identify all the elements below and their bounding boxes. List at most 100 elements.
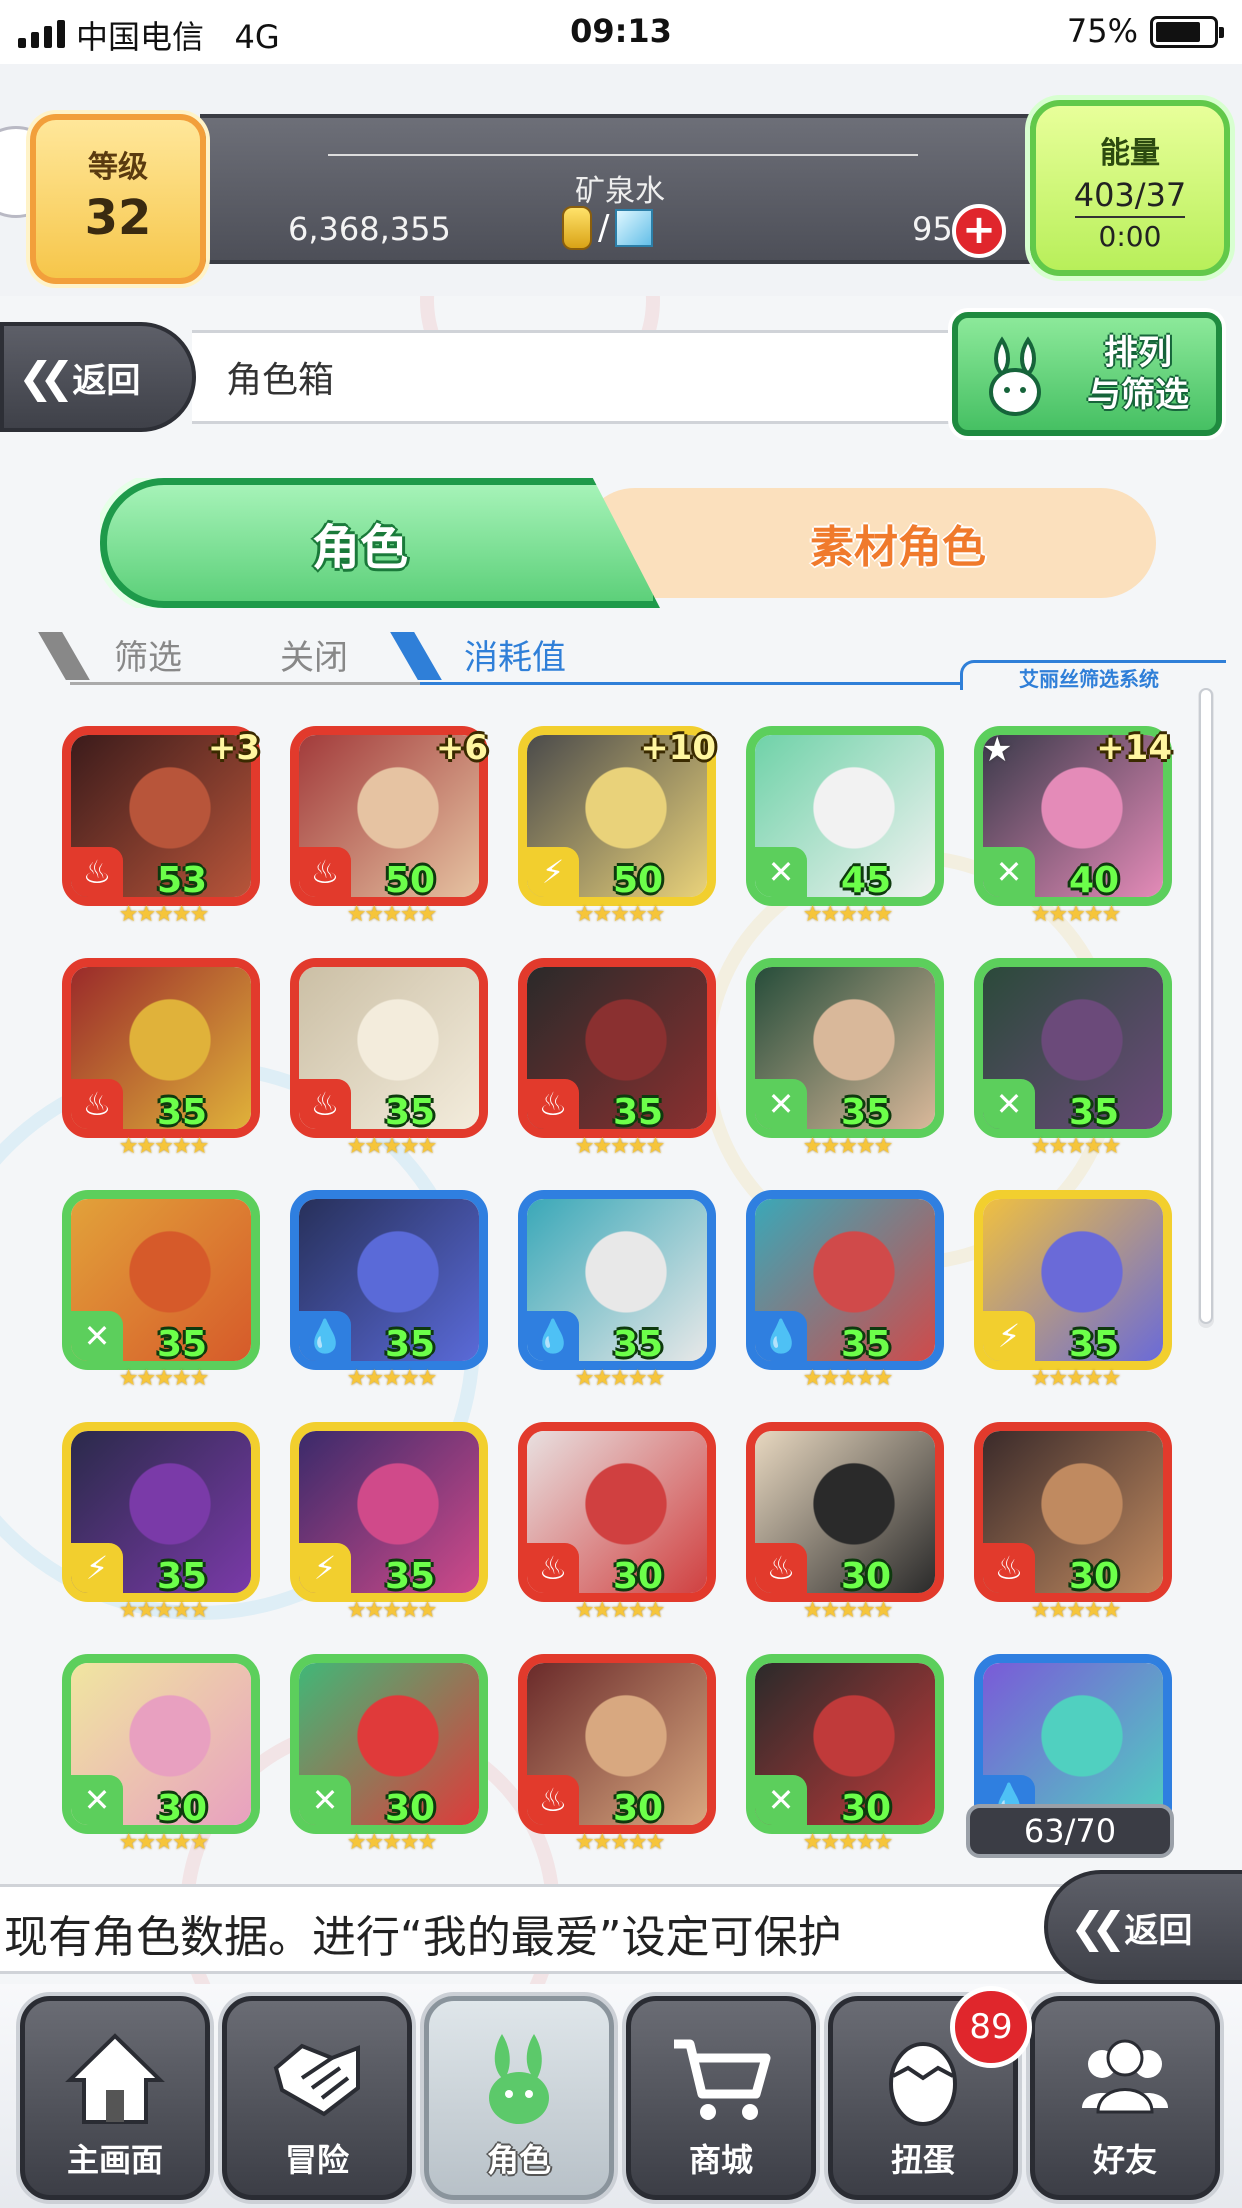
divider: [420, 682, 960, 685]
character-card[interactable]: ⚡ +10 50 ★★★★★: [518, 726, 718, 927]
bottom-nav: 主画面 冒险 角色 商城 扭蛋 好友: [0, 1984, 1242, 2208]
nav-shop[interactable]: 商城: [626, 1996, 816, 2200]
character-level: 30: [384, 1788, 436, 1829]
character-card[interactable]: ♨ +6 50 ★★★★★: [290, 726, 490, 927]
energy-box[interactable]: 能量 403/37 0:00: [1030, 100, 1230, 276]
fire-element-icon: ♨: [71, 1079, 123, 1129]
fire-element-icon: ♨: [755, 1543, 807, 1593]
battery-icon: [1150, 16, 1224, 48]
footer-back-label: 返回: [1124, 1910, 1193, 1951]
page-title-label: 角色箱: [226, 360, 335, 401]
currency-icons: /: [562, 206, 654, 250]
thunder-element-icon: ⚡: [527, 847, 579, 897]
character-card[interactable]: ♨ 30 ★★★★★: [974, 1422, 1174, 1623]
filter-label[interactable]: 筛选: [114, 630, 182, 679]
character-level: 30: [840, 1556, 892, 1597]
divider: [390, 632, 442, 680]
rarity-stars-icon: ★★★★★: [346, 1134, 438, 1159]
character-card[interactable]: ⚡ 35 ★★★★★: [974, 1190, 1174, 1391]
character-card[interactable]: ✕ 35 ★★★★★: [62, 1190, 262, 1391]
nav-friends-label: 好友: [1092, 2141, 1157, 2179]
character-card[interactable]: ♨ 35 ★★★★★: [518, 958, 718, 1159]
rarity-stars-icon: ★★★★★: [1030, 1598, 1122, 1623]
filter-label: 与筛选: [1087, 375, 1189, 415]
character-card[interactable]: 💧 35 ★★★★★: [746, 1190, 946, 1391]
wood-element-icon: ✕: [755, 1775, 807, 1825]
rarity-stars-icon: ★★★★★: [1030, 902, 1122, 927]
nav-friends[interactable]: 好友: [1030, 1996, 1220, 2200]
scrollbar[interactable]: [1198, 688, 1214, 1328]
sort-filter-label: 排列 与筛选: [1078, 332, 1198, 416]
player-header: 矿泉水 6,368,355 / 955 + › 等级 32 能量 403/37 …: [0, 64, 1242, 296]
rarity-stars-icon: ★★★★★: [346, 1830, 438, 1855]
username: 矿泉水: [575, 174, 665, 209]
rabbit-icon: [989, 336, 1041, 416]
energy-timer: 0:00: [1098, 220, 1162, 253]
character-level: 30: [156, 1788, 208, 1829]
plus-value: +10: [640, 728, 716, 768]
rarity-stars-icon: ★★★★★: [1030, 1134, 1122, 1159]
character-card[interactable]: ♨ +3 53 ★★★★★: [62, 726, 262, 927]
character-card[interactable]: ⚡ 35 ★★★★★: [62, 1422, 262, 1623]
wood-element-icon: ✕: [983, 1079, 1035, 1129]
rarity-stars-icon: ★★★★★: [1030, 1366, 1122, 1391]
character-level: 30: [840, 1788, 892, 1829]
nav-home-label: 主画面: [66, 2141, 163, 2179]
character-card[interactable]: ✕ 30 ★★★★★: [290, 1654, 490, 1855]
back-button-label: 返回: [72, 360, 141, 401]
cart-icon: [631, 2023, 811, 2133]
character-count: 63/70: [966, 1804, 1174, 1858]
rarity-stars-icon: ★★★★★: [346, 1598, 438, 1623]
water-element-icon: 💧: [527, 1311, 579, 1361]
page-title: 角色箱: [192, 330, 992, 424]
tab-material-characters[interactable]: 素材角色: [580, 488, 1156, 598]
character-card[interactable]: ✕ 30 ★★★★★: [62, 1654, 262, 1855]
rarity-stars-icon: ★★★★★: [802, 1134, 894, 1159]
level-value: 32: [84, 190, 152, 246]
wood-element-icon: ✕: [983, 847, 1035, 897]
scrollbar-thumb[interactable]: [1199, 688, 1213, 1324]
buy-crystal-button[interactable]: +: [952, 204, 1006, 258]
character-card[interactable]: ♨ 30 ★★★★★: [746, 1422, 946, 1623]
rarity-stars-icon: ★★★★★: [118, 1830, 210, 1855]
sort-cost-label[interactable]: 消耗值: [464, 630, 566, 679]
level-label: 等级: [88, 150, 148, 185]
fire-element-icon: ♨: [71, 847, 123, 897]
nav-characters[interactable]: 角色: [424, 1996, 614, 2200]
character-level: 35: [384, 1324, 436, 1365]
character-level: 30: [1068, 1556, 1120, 1597]
character-card[interactable]: 💧 35 ★★★★★: [518, 1190, 718, 1391]
character-card[interactable]: ♨ 30 ★★★★★: [518, 1422, 718, 1623]
rarity-stars-icon: ★★★★★: [118, 902, 210, 927]
tab-characters[interactable]: 角色: [100, 478, 660, 608]
energy-value: 403/37: [1073, 176, 1187, 214]
character-card[interactable]: ⚡ 35 ★★★★★: [290, 1422, 490, 1623]
character-level: 50: [612, 860, 664, 901]
footer-back-button[interactable]: ❮❮ 返回: [1044, 1870, 1242, 1984]
filter-value[interactable]: 关闭: [280, 630, 348, 679]
sort-filter-button[interactable]: 排列 与筛选: [952, 312, 1222, 436]
character-card[interactable]: ✕ ★ +14 40 ★★★★★: [974, 726, 1174, 927]
character-card[interactable]: ✕ 30 ★★★★★: [746, 1654, 946, 1855]
level-box: 等级 32: [30, 114, 206, 284]
divider: [328, 154, 918, 156]
status-bar: 中国电信 4G 09:13 75%: [0, 0, 1242, 64]
character-card[interactable]: ♨ 35 ★★★★★: [290, 958, 490, 1159]
character-card[interactable]: ♨ 35 ★★★★★: [62, 958, 262, 1159]
character-card[interactable]: ♨ 30 ★★★★★: [518, 1654, 718, 1855]
character-card[interactable]: ✕ 45 ★★★★★: [746, 726, 946, 927]
character-level: 35: [156, 1556, 208, 1597]
character-card[interactable]: 💧 35 ★★★★★: [290, 1190, 490, 1391]
player-info-panel: 矿泉水 6,368,355 / 955 +: [200, 114, 1040, 264]
character-card[interactable]: ✕ 35 ★★★★★: [974, 958, 1174, 1159]
tab-characters-label: 角色: [311, 520, 408, 576]
nav-adventure[interactable]: 冒险: [222, 1996, 412, 2200]
wood-element-icon: ✕: [71, 1311, 123, 1361]
sort-label: 排列: [1104, 333, 1172, 373]
character-card[interactable]: ✕ 35 ★★★★★: [746, 958, 946, 1159]
nav-characters-label: 角色: [486, 2141, 551, 2179]
back-button[interactable]: ❮❮ 返回: [0, 322, 196, 432]
nav-home[interactable]: 主画面: [20, 1996, 210, 2200]
water-element-icon: 💧: [299, 1311, 351, 1361]
fire-element-icon: ♨: [527, 1079, 579, 1129]
